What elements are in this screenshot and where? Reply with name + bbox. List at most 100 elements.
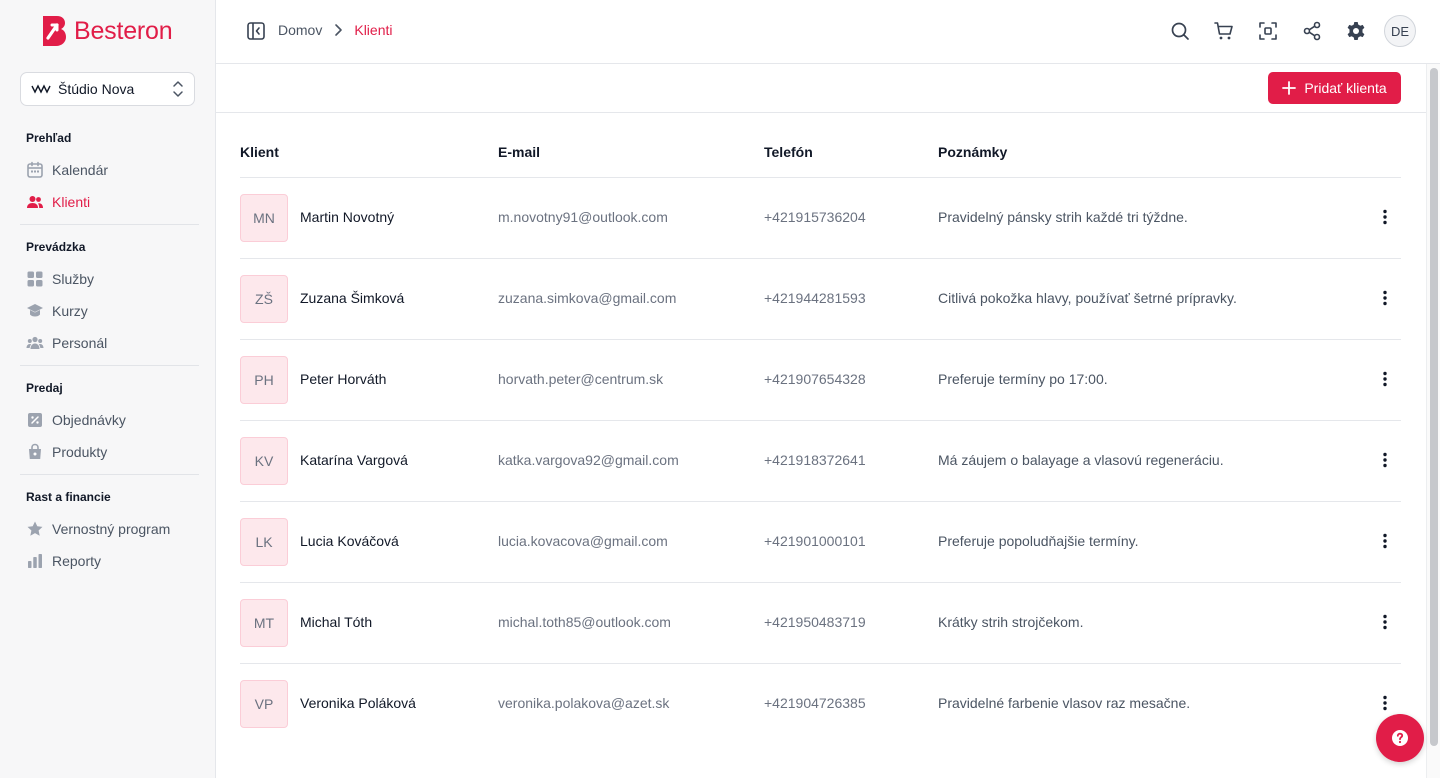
client-name[interactable]: Katarína Vargová xyxy=(300,452,408,468)
table-row[interactable]: MT Michal Tóth michal.toth85@outlook.com… xyxy=(240,583,1401,664)
table-header: Klient E-mail Telefón Poznámky xyxy=(240,113,1401,178)
table-row[interactable]: KV Katarína Vargová katka.vargova92@gmai… xyxy=(240,421,1401,502)
column-header-phone[interactable]: Telefón xyxy=(764,144,813,160)
client-avatar: LK xyxy=(240,518,288,566)
sidebar-item-staff[interactable]: Personál xyxy=(0,327,216,359)
client-note: Pravidelné farbenie vlasov raz mesačne. xyxy=(938,695,1191,711)
table-row[interactable]: LK Lucia Kováčová lucia.kovacova@gmail.c… xyxy=(240,502,1401,583)
client-email: m.novotny91@outlook.com xyxy=(498,209,668,225)
client-name[interactable]: Peter Horváth xyxy=(300,371,386,387)
brand-logo[interactable]: Besteron xyxy=(40,14,173,48)
more-vertical-icon[interactable] xyxy=(1375,450,1395,470)
question-mark-icon xyxy=(1392,730,1408,746)
besteron-logo-icon xyxy=(43,16,66,46)
sidebar-item-products[interactable]: Produkty xyxy=(0,436,216,468)
search-icon[interactable] xyxy=(1169,20,1191,42)
sidebar-item-clients[interactable]: Klienti xyxy=(0,186,216,218)
sidebar-item-label: Produkty xyxy=(52,444,108,460)
sidebar-toggle-icon[interactable] xyxy=(246,21,266,41)
more-vertical-icon[interactable] xyxy=(1375,369,1395,389)
table-row[interactable]: VP Veronika Poláková veronika.polakova@a… xyxy=(240,664,1401,745)
client-phone: +421918372641 xyxy=(764,452,866,468)
nav-section-title: Rast a financie xyxy=(26,490,111,504)
nav-section-title: Predaj xyxy=(26,381,63,395)
sidebar-item-label: Služby xyxy=(52,271,95,287)
share-icon[interactable] xyxy=(1301,20,1323,42)
studio-name: Štúdio Nova xyxy=(58,81,135,97)
grid-icon xyxy=(27,271,43,287)
sidebar-item-reports[interactable]: Reporty xyxy=(0,545,216,577)
nav-section-growth: Rast a financie Vernostný program Report… xyxy=(0,487,216,577)
client-email: lucia.kovacova@gmail.com xyxy=(498,533,668,549)
action-bar: Pridať klienta xyxy=(216,64,1426,113)
client-name[interactable]: Veronika Poláková xyxy=(300,695,416,711)
column-header-email[interactable]: E-mail xyxy=(498,144,540,160)
client-phone: +421904726385 xyxy=(764,695,866,711)
client-note: Citlivá pokožka hlavy, používať šetrné p… xyxy=(938,290,1237,306)
graduation-cap-icon xyxy=(27,304,43,317)
scrollbar[interactable] xyxy=(1426,64,1440,778)
add-client-label: Pridať klienta xyxy=(1304,80,1387,96)
studio-switcher[interactable]: Štúdio Nova xyxy=(20,72,195,106)
client-avatar: VP xyxy=(240,680,288,728)
sidebar-item-loyalty[interactable]: Vernostný program xyxy=(0,513,216,545)
more-vertical-icon[interactable] xyxy=(1375,531,1395,551)
clients-table: Klient E-mail Telefón Poznámky MN Martin… xyxy=(240,113,1401,745)
top-bar: Domov Klienti DE xyxy=(216,0,1440,64)
client-name[interactable]: Zuzana Šimková xyxy=(300,290,404,306)
client-avatar: MN xyxy=(240,194,288,242)
client-name[interactable]: Martin Novotný xyxy=(300,209,394,225)
nav-section-operations: Prevádzka Služby Kurzy Personál xyxy=(0,237,216,359)
client-name[interactable]: Lucia Kováčová xyxy=(300,533,399,549)
column-header-notes[interactable]: Poznámky xyxy=(938,144,1007,160)
client-note: Má záujem o balayage a vlasovú regenerác… xyxy=(938,452,1224,468)
brand-name: Besteron xyxy=(74,16,173,45)
table-row[interactable]: MN Martin Novotný m.novotny91@outlook.co… xyxy=(240,178,1401,259)
help-button[interactable] xyxy=(1376,714,1424,762)
client-name[interactable]: Michal Tóth xyxy=(300,614,372,630)
sidebar-item-orders[interactable]: Objednávky xyxy=(0,404,216,436)
receipt-percent-icon xyxy=(28,413,42,427)
client-note: Preferuje popoludňajšie termíny. xyxy=(938,533,1139,549)
client-avatar: PH xyxy=(240,356,288,404)
gear-icon[interactable] xyxy=(1345,20,1367,42)
client-note: Pravidelný pánsky strih každé tri týždne… xyxy=(938,209,1188,225)
client-avatar: MT xyxy=(240,599,288,647)
breadcrumb: Domov Klienti xyxy=(278,22,393,38)
calendar-icon xyxy=(27,161,43,178)
nav-section-overview: Prehľad Kalendár Klienti xyxy=(0,128,216,218)
plus-icon xyxy=(1282,81,1297,95)
nav-section-sales: Predaj Objednávky Produkty xyxy=(0,378,216,468)
users-icon xyxy=(27,196,43,208)
sidebar-item-label: Kurzy xyxy=(52,303,88,319)
team-icon xyxy=(26,336,44,349)
table-row[interactable]: PH Peter Horváth horvath.peter@centrum.s… xyxy=(240,340,1401,421)
more-vertical-icon[interactable] xyxy=(1375,612,1395,632)
nav-divider xyxy=(20,474,199,475)
more-vertical-icon[interactable] xyxy=(1375,207,1395,227)
breadcrumb-current: Klienti xyxy=(354,22,393,38)
client-phone: +421950483719 xyxy=(764,614,866,630)
user-avatar[interactable]: DE xyxy=(1384,15,1416,47)
add-client-button[interactable]: Pridať klienta xyxy=(1268,72,1401,104)
scrollbar-thumb[interactable] xyxy=(1430,68,1438,746)
star-icon xyxy=(27,521,43,536)
sidebar-item-services[interactable]: Služby xyxy=(0,263,216,295)
bar-chart-icon xyxy=(28,554,42,568)
chevron-right-icon xyxy=(335,24,343,36)
sidebar-item-label: Klienti xyxy=(52,194,91,210)
breadcrumb-home[interactable]: Domov xyxy=(278,22,322,38)
column-header-client[interactable]: Klient xyxy=(240,144,279,160)
sidebar-item-courses[interactable]: Kurzy xyxy=(0,295,216,327)
cart-icon[interactable] xyxy=(1213,20,1235,42)
sidebar-item-label: Kalendár xyxy=(52,162,109,178)
scan-icon[interactable] xyxy=(1257,20,1279,42)
more-vertical-icon[interactable] xyxy=(1375,693,1395,713)
shopping-bag-icon xyxy=(29,443,41,459)
more-vertical-icon[interactable] xyxy=(1375,288,1395,308)
sidebar-item-label: Objednávky xyxy=(52,412,126,428)
table-row[interactable]: ZŠ Zuzana Šimková zuzana.simkova@gmail.c… xyxy=(240,259,1401,340)
chevron-up-down-icon xyxy=(173,81,183,97)
sidebar-item-calendar[interactable]: Kalendár xyxy=(0,154,216,186)
client-note: Preferuje termíny po 17:00. xyxy=(938,371,1108,387)
